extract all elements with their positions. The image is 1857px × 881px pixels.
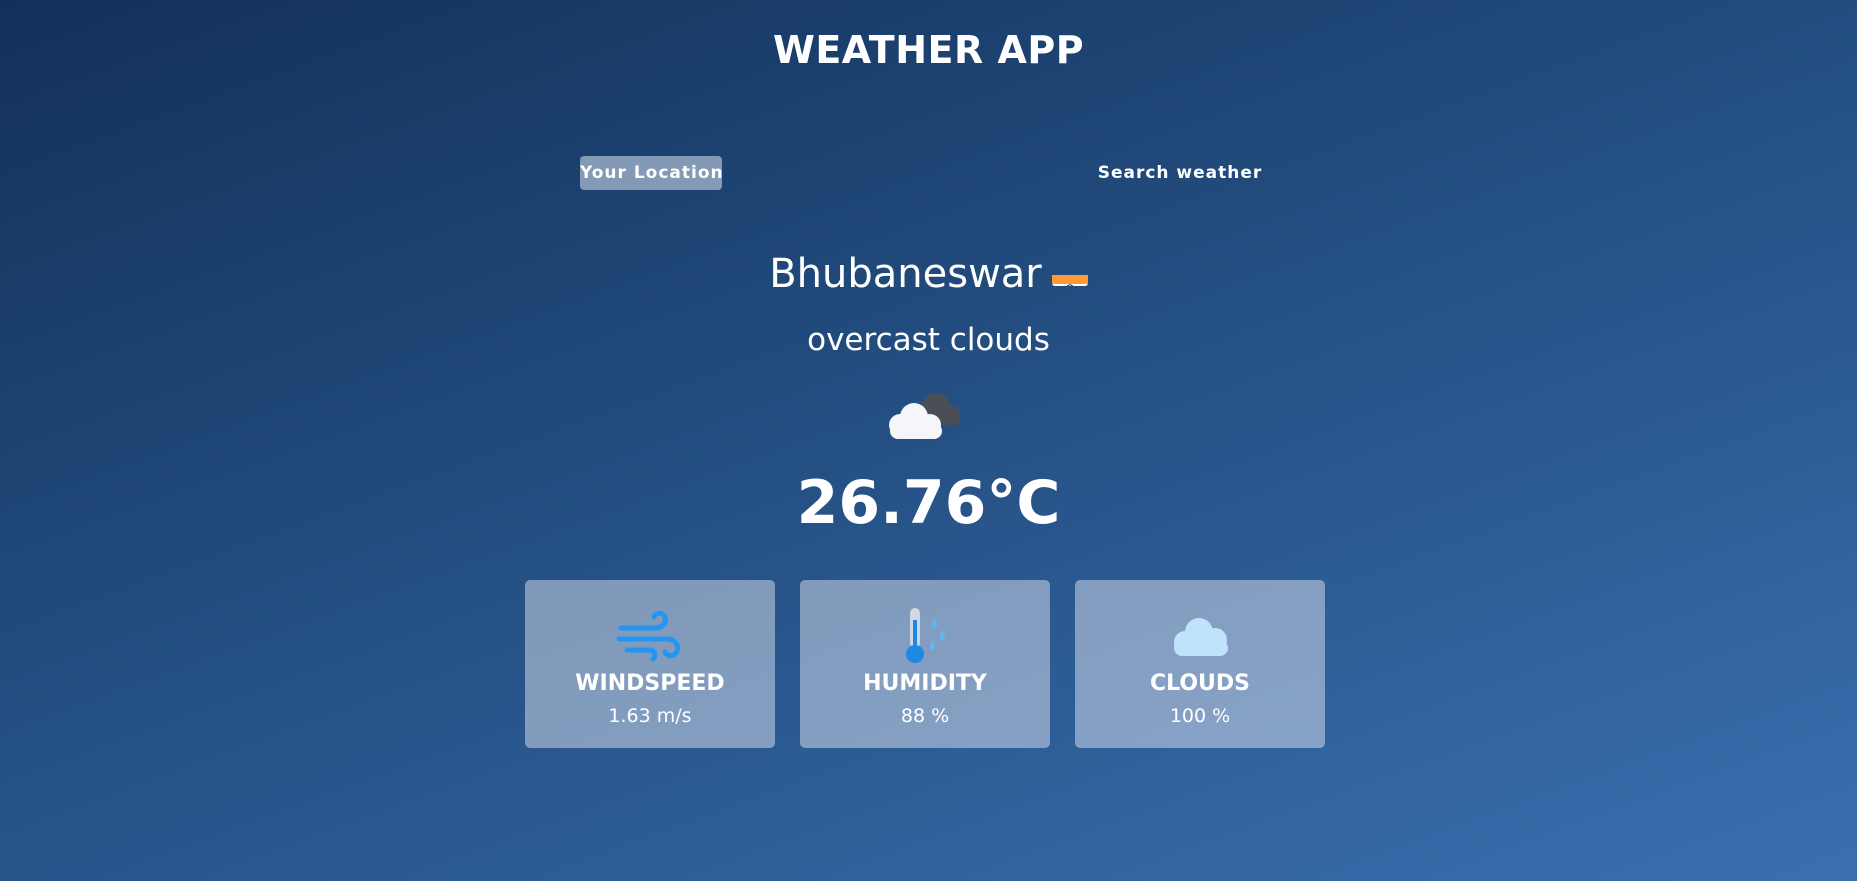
overcast-clouds-icon bbox=[880, 383, 970, 445]
temperature: 26.76°C bbox=[796, 468, 1061, 538]
humidity-value: 88 % bbox=[900, 705, 950, 727]
cloud-icon bbox=[1165, 606, 1235, 666]
india-flag-icon bbox=[1051, 260, 1088, 286]
tab-search-weather[interactable]: Search weather bbox=[1090, 156, 1270, 190]
humidity-label: HUMIDITY bbox=[863, 671, 987, 696]
tab-your-location[interactable]: Your Location bbox=[580, 156, 723, 190]
clouds-value: 100 % bbox=[1169, 705, 1231, 727]
clouds-label: CLOUDS bbox=[1149, 671, 1251, 696]
humidity-card: HUMIDITY 88 % bbox=[800, 580, 1050, 748]
location-heading: Bhubaneswar bbox=[0, 246, 1857, 302]
wind-icon bbox=[615, 606, 685, 666]
app-title: WEATHER APP bbox=[772, 28, 1085, 72]
city-name: Bhubaneswar bbox=[769, 251, 1042, 297]
weather-description: overcast clouds bbox=[807, 322, 1050, 358]
windspeed-card: WINDSPEED 1.63 m/s bbox=[525, 580, 775, 748]
windspeed-value: 1.63 m/s bbox=[608, 705, 692, 727]
windspeed-label: WINDSPEED bbox=[575, 671, 725, 696]
clouds-card: CLOUDS 100 % bbox=[1075, 580, 1325, 748]
humidity-icon bbox=[890, 606, 960, 666]
